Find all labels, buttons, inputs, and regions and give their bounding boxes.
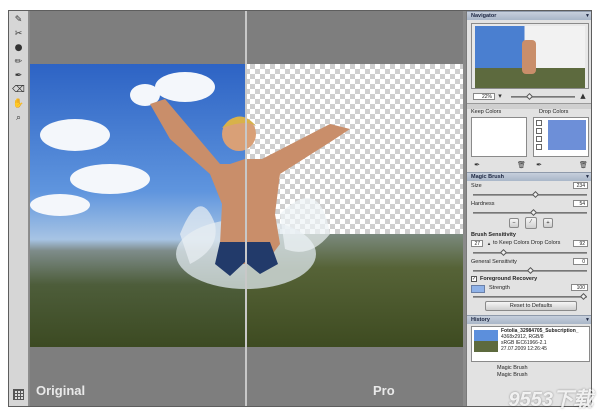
foreground-recovery-title: Foreground Recovery: [480, 276, 538, 282]
pencil-icon[interactable]: ✏: [12, 56, 25, 68]
brush-sensitivity-title: Brush Sensitivity: [471, 232, 516, 238]
image-canvas[interactable]: Original Pro: [30, 11, 463, 406]
drop-color-check-4[interactable]: [536, 144, 542, 150]
eraser-icon[interactable]: ⌫: [12, 84, 25, 96]
hand-icon[interactable]: ✋: [12, 98, 25, 110]
brush-grow-button[interactable]: +: [543, 218, 553, 228]
history-title: History: [471, 317, 490, 323]
drop-icon[interactable]: ●: [12, 42, 25, 54]
zoom-field[interactable]: 22%: [473, 93, 495, 100]
drop-color-check-3[interactable]: [536, 136, 542, 142]
drop-color-swatches: [548, 120, 586, 150]
hardness-slider[interactable]: [473, 208, 587, 217]
result-caption: Pro: [373, 383, 395, 398]
keep-colors-list[interactable]: [471, 117, 527, 157]
general-sensitivity-slider[interactable]: [473, 266, 587, 275]
magic-brush-title: Magic Brush: [471, 174, 505, 180]
history-item[interactable]: Magic Brush: [497, 365, 528, 372]
zoom-dropdown-icon[interactable]: ▾: [496, 92, 504, 100]
original-caption: Original: [36, 383, 86, 398]
strength-field[interactable]: 100: [571, 284, 588, 291]
drop-colors-label: Drop Colors: [539, 109, 569, 115]
drop-sensitivity-field[interactable]: 92: [573, 240, 588, 247]
reset-defaults-button[interactable]: Reset to Defaults: [485, 301, 577, 311]
recovery-color-swatch[interactable]: [471, 285, 485, 293]
app-window: ✎ ✂ ● ✏ ✒ ⌫ ✋ ⌕ Original Pro Navigator ▼…: [8, 10, 592, 407]
drop-colors-sens-label: Drop Colors: [531, 240, 561, 246]
tool-strip: ✎ ✂ ● ✏ ✒ ⌫ ✋ ⌕: [9, 11, 29, 406]
brush-shape-button[interactable]: ⁄: [525, 217, 537, 229]
size-slider[interactable]: [473, 190, 587, 199]
keep-colors-label: Keep Colors: [471, 109, 502, 115]
zoom-icon[interactable]: ⌕: [12, 112, 25, 124]
grid-icon[interactable]: [13, 389, 24, 400]
history-date: 27.07.2009 12:26:45: [501, 346, 547, 352]
drop-color-check-1[interactable]: [536, 120, 542, 126]
foreground-recovery-checkbox[interactable]: ✓: [471, 276, 477, 282]
eyedropper-icon[interactable]: ✒: [12, 70, 25, 82]
collapse-arrow-icon[interactable]: ▼: [585, 12, 590, 20]
general-sensitivity-label: General Sensitivity: [471, 259, 517, 265]
magic-brush-header[interactable]: Magic Brush ▼: [467, 172, 591, 181]
strength-label: Strength: [489, 285, 510, 291]
general-sensitivity-field[interactable]: 0: [573, 258, 588, 265]
keep-trash-icon[interactable]: 🗑: [517, 161, 526, 169]
zoom-slider[interactable]: [511, 92, 575, 101]
navigator-thumbnail[interactable]: [471, 23, 589, 89]
keep-sensitivity-field[interactable]: 27: [471, 240, 483, 247]
drop-color-check-2[interactable]: [536, 128, 542, 134]
to-keep-colors-label: to Keep Colors: [493, 240, 530, 246]
history-header[interactable]: History ▼: [467, 315, 591, 324]
brush-shrink-button[interactable]: −: [509, 218, 519, 228]
drop-colors-list[interactable]: [533, 117, 589, 157]
collapse-arrow-icon[interactable]: ▼: [585, 316, 590, 324]
drop-eyedropper-icon[interactable]: ✒: [535, 161, 543, 169]
navigator-header[interactable]: Navigator ▼: [467, 11, 591, 20]
sensitivity-spin-icon[interactable]: ▴: [485, 240, 493, 248]
size-label: Size: [471, 183, 482, 189]
size-field[interactable]: 234: [573, 182, 588, 189]
zoom-in-icon[interactable]: ▲: [579, 92, 587, 100]
history-item[interactable]: Magic Brush: [497, 372, 528, 379]
keep-brush-icon[interactable]: ✂: [12, 28, 25, 40]
watermark-logo: 9553下载: [508, 389, 594, 411]
history-thumbnail: [474, 330, 498, 352]
side-panel: Navigator ▼ 22% ▾ ▲ Keep Colors Drop Col…: [466, 11, 591, 406]
hardness-field[interactable]: 54: [573, 200, 588, 207]
hardness-label: Hardness: [471, 201, 495, 207]
split-divider[interactable]: [245, 11, 247, 406]
magic-brush-icon[interactable]: ✎: [12, 14, 25, 26]
strength-slider[interactable]: [473, 292, 588, 301]
history-snapshot[interactable]: Fotolia_32984705_Subscription_ 4368x2912…: [471, 326, 590, 362]
navigator-title: Navigator: [471, 13, 497, 19]
keep-eyedropper-icon[interactable]: ✒: [473, 161, 481, 169]
collapse-arrow-icon[interactable]: ▼: [585, 173, 590, 181]
drop-trash-icon[interactable]: 🗑: [579, 161, 588, 169]
sensitivity-slider[interactable]: [473, 248, 587, 257]
